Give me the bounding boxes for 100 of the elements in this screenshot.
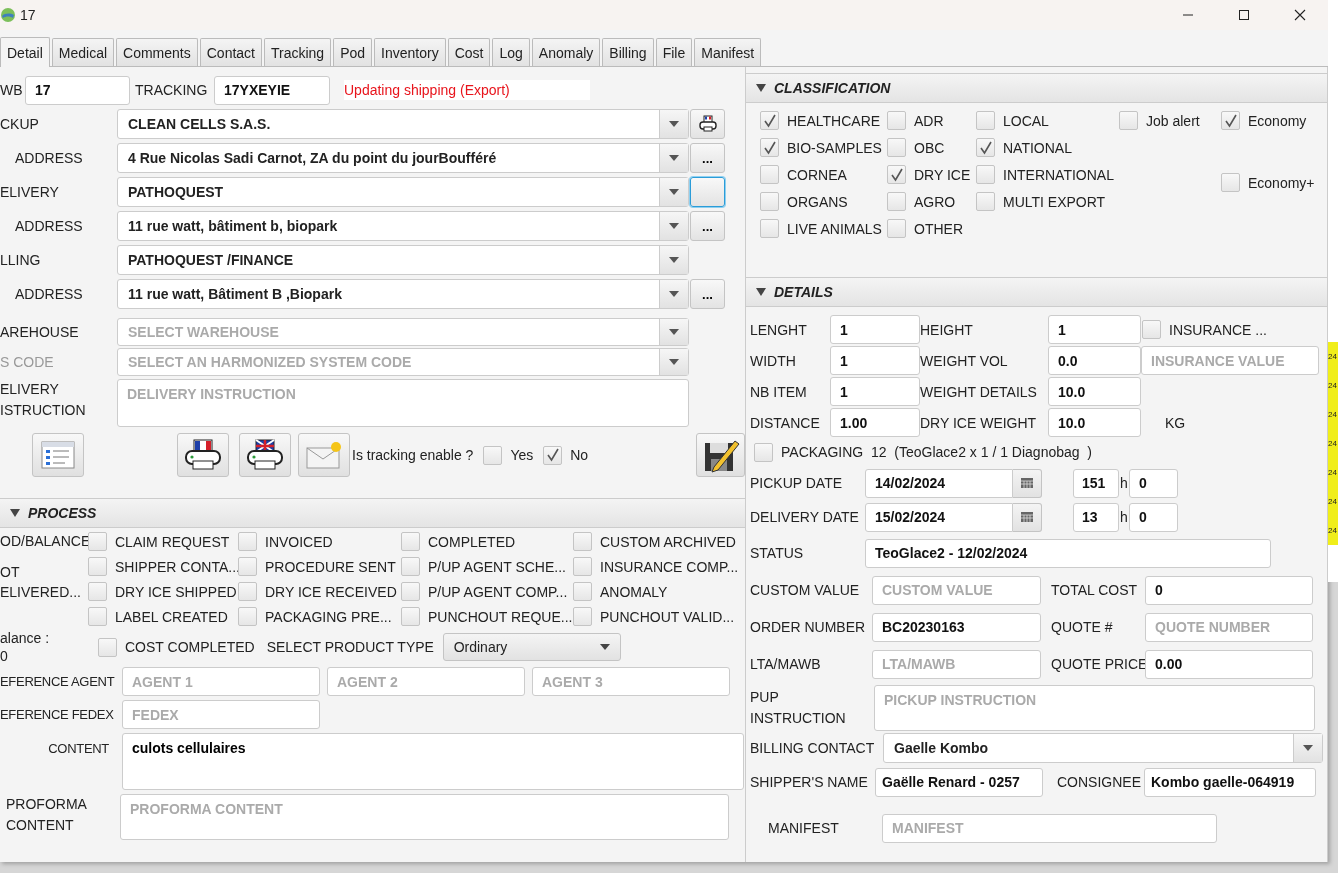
checkbox[interactable] xyxy=(98,637,117,657)
minute-field[interactable]: 0 xyxy=(1129,502,1178,532)
checkbox[interactable] xyxy=(754,442,773,462)
checkbox[interactable] xyxy=(760,165,779,184)
checkbox[interactable] xyxy=(887,111,906,130)
checkbox[interactable] xyxy=(1119,111,1138,130)
input-field[interactable]: 0 xyxy=(1145,575,1313,605)
hour-field[interactable]: 13 xyxy=(1073,502,1119,532)
checkbox[interactable] xyxy=(573,532,592,551)
checkbox[interactable] xyxy=(976,192,995,211)
checkbox[interactable] xyxy=(88,532,107,551)
checkbox[interactable] xyxy=(401,532,420,551)
input-field[interactable]: QUOTE NUMBER xyxy=(1145,612,1313,642)
input-field[interactable]: MANIFEST xyxy=(882,813,1217,843)
tab[interactable]: Contact xyxy=(199,38,262,66)
checkbox[interactable] xyxy=(573,607,592,626)
checkbox[interactable] xyxy=(573,582,592,601)
checkbox[interactable] xyxy=(760,111,779,130)
checkbox[interactable] xyxy=(483,445,503,465)
print-button[interactable] xyxy=(690,109,725,139)
checkbox[interactable] xyxy=(401,607,420,626)
checkbox[interactable] xyxy=(238,607,257,626)
input-field[interactable]: CUSTOM VALUE xyxy=(872,575,1041,605)
checkbox[interactable] xyxy=(238,557,257,576)
checklist-button[interactable] xyxy=(32,433,84,477)
print-button[interactable] xyxy=(177,433,229,477)
checkbox[interactable] xyxy=(760,219,779,238)
input-field[interactable]: 1 xyxy=(830,346,920,375)
input-field[interactable]: 1 xyxy=(1048,315,1141,344)
checkbox[interactable] xyxy=(887,165,906,184)
dropdown[interactable]: 11 rue watt, bâtiment b, biopark xyxy=(117,211,689,241)
tab[interactable]: Cost xyxy=(447,38,491,66)
checkbox[interactable] xyxy=(88,582,107,601)
calendar-button[interactable] xyxy=(1013,502,1042,532)
checkbox[interactable] xyxy=(238,532,257,551)
input-field[interactable]: AGENT 2 xyxy=(327,667,525,696)
checkbox[interactable] xyxy=(887,138,906,157)
input-field[interactable]: 1 xyxy=(830,377,920,406)
tab[interactable]: Tracking xyxy=(264,38,332,66)
hour-field[interactable]: 151 xyxy=(1073,468,1119,498)
input-field[interactable]: Kombo gaelle-064919 xyxy=(1144,767,1316,797)
input-field[interactable]: TeoGlace2 - 12/02/2024 xyxy=(865,538,1271,568)
input-field[interactable]: AGENT 1 xyxy=(122,667,320,696)
blank-button[interactable] xyxy=(690,177,725,207)
checkbox[interactable] xyxy=(1221,111,1240,130)
input-field[interactable]: LTA/MAWB xyxy=(872,649,1041,679)
dropdown[interactable]: 4 Rue Nicolas Sadi Carnot, ZA du point du jourBoufféré xyxy=(117,143,689,173)
checkbox[interactable] xyxy=(760,192,779,211)
text-area[interactable]: DELIVERY INSTRUCTION xyxy=(117,379,689,427)
browse-button[interactable]: ... xyxy=(690,211,725,241)
input-field[interactable]: INSURANCE VALUE xyxy=(1141,346,1319,375)
checkbox[interactable] xyxy=(238,582,257,601)
checkbox[interactable] xyxy=(976,138,995,157)
checkbox[interactable] xyxy=(1142,320,1161,339)
dropdown[interactable]: 11 rue watt, Bâtiment B ,Biopark xyxy=(117,279,689,309)
checkbox[interactable] xyxy=(543,445,563,465)
input-field[interactable]: 0.00 xyxy=(1145,649,1313,679)
email-button[interactable] xyxy=(298,433,350,477)
tab[interactable]: Detail xyxy=(0,37,50,67)
tab[interactable]: Anomaly xyxy=(531,38,601,66)
tab[interactable]: Medical xyxy=(51,38,115,66)
checkbox[interactable] xyxy=(401,582,420,601)
input-field[interactable]: 0.0 xyxy=(1048,346,1141,375)
input-field[interactable]: 10.0 xyxy=(1048,377,1141,406)
tab[interactable]: Pod xyxy=(333,38,373,66)
checkbox[interactable] xyxy=(976,111,995,130)
calendar-button[interactable] xyxy=(1013,468,1042,498)
tab[interactable]: Log xyxy=(492,38,530,66)
tab[interactable]: File xyxy=(655,38,693,66)
tab[interactable]: Billing xyxy=(602,38,654,66)
dropdown[interactable]: PATHOQUEST xyxy=(117,177,689,207)
dropdown[interactable]: Gaelle Kombo xyxy=(883,733,1323,763)
section-header[interactable]: DETAILS xyxy=(746,277,1327,307)
date-field[interactable]: 15/02/2024 xyxy=(865,502,1013,532)
tab[interactable]: Manifest xyxy=(694,38,762,66)
print-button[interactable] xyxy=(239,433,291,477)
tab[interactable]: Inventory xyxy=(374,38,446,66)
input-field[interactable]: 17YXEYIE xyxy=(214,75,330,105)
checkbox[interactable] xyxy=(401,557,420,576)
input-field[interactable]: BC20230163 xyxy=(872,612,1041,642)
section-header[interactable]: PROCESS xyxy=(0,498,745,528)
text-area[interactable]: PROFORMA CONTENT xyxy=(120,794,729,840)
dropdown[interactable]: Ordinary xyxy=(442,633,621,661)
text-area[interactable]: culots cellulaires xyxy=(122,733,744,790)
date-field[interactable]: 14/02/2024 xyxy=(865,468,1013,498)
minute-field[interactable]: 0 xyxy=(1129,468,1178,498)
checkbox[interactable] xyxy=(760,138,779,157)
section-header[interactable]: CLASSIFICATION xyxy=(746,73,1327,103)
checkbox[interactable] xyxy=(976,165,995,184)
input-field[interactable]: 10.0 xyxy=(1048,408,1141,437)
checkbox[interactable] xyxy=(887,192,906,211)
input-field[interactable]: FEDEX xyxy=(122,700,320,729)
checkbox[interactable] xyxy=(573,557,592,576)
browse-button[interactable]: ... xyxy=(690,279,725,309)
input-field[interactable]: AGENT 3 xyxy=(532,667,730,696)
browse-button[interactable]: ... xyxy=(690,143,725,173)
checkbox[interactable] xyxy=(88,607,107,626)
input-field[interactable]: 17 xyxy=(25,75,130,105)
checkbox[interactable] xyxy=(887,219,906,238)
save-button[interactable] xyxy=(696,433,745,477)
